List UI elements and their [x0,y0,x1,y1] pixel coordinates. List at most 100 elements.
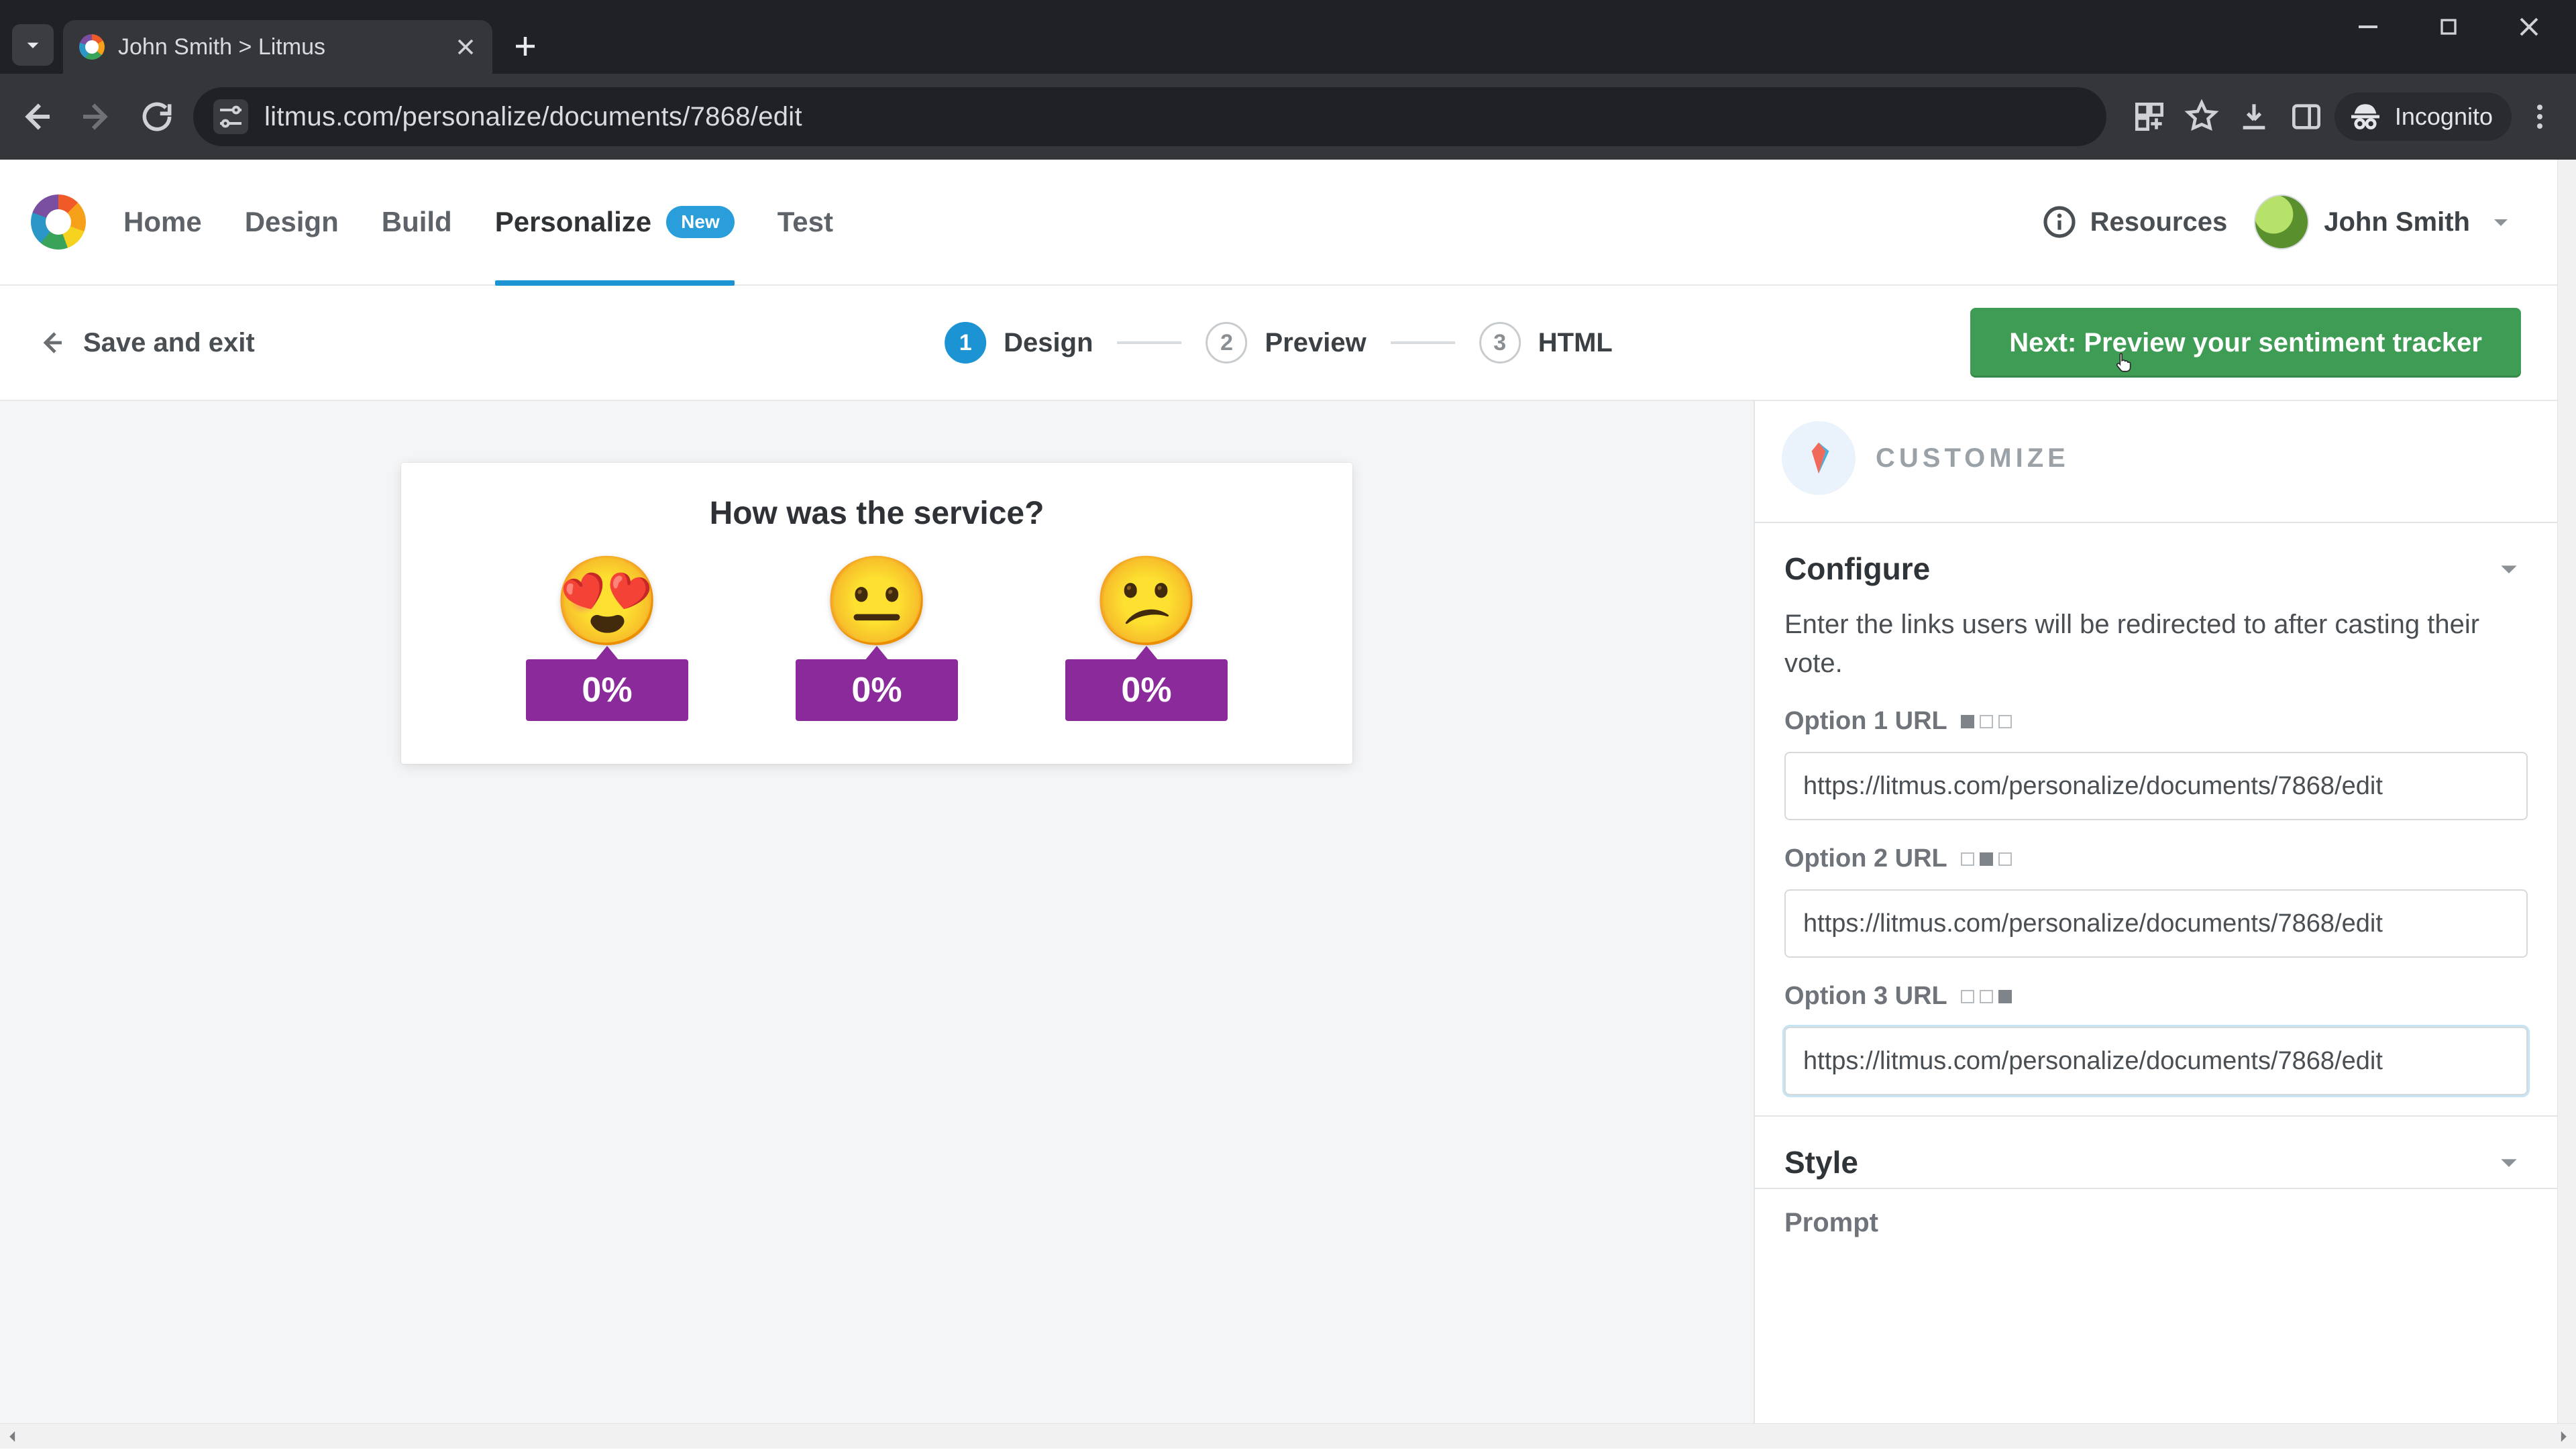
step-html[interactable]: 3 HTML [1479,322,1613,364]
tab-close-button[interactable] [452,34,479,60]
field-label: Option 1 URL [1784,707,1947,736]
chevron-down-icon [2485,206,2517,238]
user-menu[interactable]: John Smith [2254,194,2517,249]
field-label: Option 2 URL [1784,844,1947,873]
option-2-url-input[interactable]: https://litmus.com/personalize/documents… [1784,889,2528,958]
kebab-icon [2524,101,2556,133]
field-option-2: Option 2 URL https://litmus.com/personal… [1784,844,2528,958]
save-and-exit-link[interactable]: Save and exit [36,327,255,359]
vertical-scrollbar[interactable] [2557,160,2576,1423]
address-bar[interactable]: litmus.com/personalize/documents/7868/ed… [193,87,2106,146]
browser-toolbar: litmus.com/personalize/documents/7868/ed… [0,74,2576,160]
save-and-exit-label: Save and exit [83,328,255,358]
nav-design[interactable]: Design [245,160,339,284]
tune-icon [215,101,247,133]
chevron-down-icon [19,32,46,58]
next-button[interactable]: Next: Preview your sentiment tracker [1970,308,2521,378]
brand-logo[interactable] [31,194,86,249]
option-indicator [1961,715,2012,728]
field-label: Option 3 URL [1784,982,1947,1011]
step-number: 3 [1479,322,1521,364]
section-title: Prompt [1784,1208,1878,1237]
site-settings-chip[interactable] [213,99,248,134]
step-preview[interactable]: 2 Preview [1206,322,1366,364]
browser-menu-button[interactable] [2516,93,2564,141]
resources-link[interactable]: Resources [2041,203,2228,241]
section-prompt: Prompt [1755,1188,2557,1238]
window-maximize-button[interactable] [2408,0,2489,54]
nav-label: Test [777,206,833,238]
neutral-emoji-icon: 😐 [822,557,931,645]
new-tab-button[interactable] [507,28,543,64]
step-label: Preview [1265,328,1366,358]
install-app-button[interactable] [2125,93,2174,141]
window-minimize-button[interactable] [2328,0,2408,54]
panel-icon [2288,98,2325,135]
next-button-label: Next: Preview your sentiment tracker [2009,328,2482,358]
percent-value: 0% [1065,659,1228,721]
bookmark-button[interactable] [2178,93,2226,141]
scroll-right-button[interactable] [2551,1424,2576,1449]
input-value: https://litmus.com/personalize/documents… [1803,1047,2383,1076]
section-header[interactable]: Style [1784,1144,2528,1181]
step-connector [1391,341,1455,344]
nav-personalize[interactable]: Personalize New [495,160,735,284]
incognito-chip[interactable]: Incognito [2334,93,2512,141]
arrow-left-icon [16,97,56,137]
option-2[interactable]: 😐 0% [796,557,958,721]
downloads-button[interactable] [2230,93,2278,141]
step-connector [1118,341,1182,344]
sidebar: CUSTOMIZE Configure Enter the links user… [1754,401,2557,1423]
scroll-left-button[interactable] [0,1424,25,1449]
sidepanel-button[interactable] [2282,93,2330,141]
percent-bubble: 0% [526,659,688,721]
app-topnav: Home Design Build Personalize New Test R… [0,160,2557,286]
resources-label: Resources [2090,207,2228,237]
caret-right-icon [2551,1423,2576,1450]
customize-badge-icon [1782,421,1856,495]
diamond-icon [1798,437,1839,479]
step-indicator: 1 Design 2 Preview 3 HTML [945,322,1613,364]
sidebar-header: CUSTOMIZE [1755,401,2557,522]
avatar [2254,194,2309,249]
horizontal-scrollbar[interactable] [0,1423,2576,1449]
option-1[interactable]: 😍 0% [526,557,688,721]
nav-label: Personalize [495,206,651,238]
percent-value: 0% [526,659,688,721]
incognito-label: Incognito [2395,103,2493,131]
step-design[interactable]: 1 Design [945,322,1093,364]
section-configure: Configure Enter the links users will be … [1755,522,2557,1115]
nav-test[interactable]: Test [777,160,833,284]
sentiment-card: How was the service? 😍 0% 😐 0% [401,463,1352,764]
tabs-dropdown-button[interactable] [12,24,54,66]
option-3-url-input[interactable]: https://litmus.com/personalize/documents… [1784,1027,2528,1095]
percent-value: 0% [796,659,958,721]
section-header[interactable]: Configure [1784,550,2528,588]
input-value: https://litmus.com/personalize/documents… [1803,909,2383,938]
close-icon [2513,11,2545,43]
step-label: Design [1004,328,1093,358]
tab-title: John Smith > Litmus [118,34,325,60]
nav-build[interactable]: Build [382,160,452,284]
nav-forward-button[interactable] [72,93,121,141]
url-text: litmus.com/personalize/documents/7868/ed… [264,102,802,132]
section-description: Enter the links users will be redirected… [1784,605,2528,683]
close-icon [452,34,479,60]
nav-home[interactable]: Home [123,160,202,284]
active-underline [495,280,735,286]
option-1-url-input[interactable]: https://litmus.com/personalize/documents… [1784,752,2528,820]
nav-label: Home [123,206,202,238]
nav-reload-button[interactable] [133,93,181,141]
browser-tab[interactable]: John Smith > Litmus [63,20,492,74]
canvas: How was the service? 😍 0% 😐 0% [0,401,1754,1423]
nav-back-button[interactable] [12,93,60,141]
window-close-button[interactable] [2489,0,2569,54]
input-value: https://litmus.com/personalize/documents… [1803,772,2383,801]
star-icon [2183,98,2220,135]
option-3[interactable]: 😕 0% [1065,557,1228,721]
arrow-right-icon [76,97,117,137]
percent-bubble: 0% [796,659,958,721]
chevron-down-icon [2490,550,2528,588]
nav-label: Design [245,206,339,238]
card-title: How was the service? [441,495,1312,532]
